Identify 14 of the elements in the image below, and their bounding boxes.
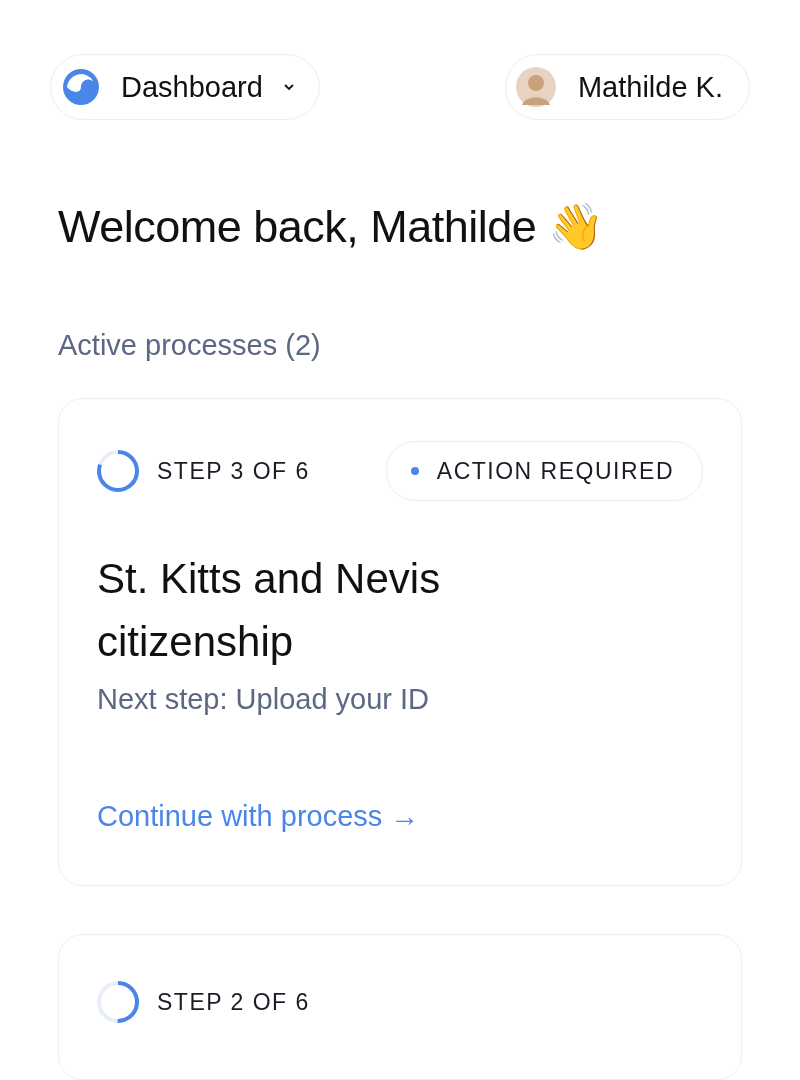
dashboard-menu-button[interactable]: Dashboard [50, 54, 320, 120]
step-label: STEP 3 OF 6 [157, 457, 310, 485]
status-label: ACTION REQUIRED [436, 457, 674, 485]
step-label: STEP 2 OF 6 [157, 988, 310, 1016]
avatar [515, 67, 556, 107]
section-title: Active processes (2) [58, 329, 322, 362]
process-title: St. Kitts and Nevis citizenship [97, 554, 442, 667]
user-menu-button[interactable]: Mathilde K. [504, 54, 750, 120]
next-step-text: Next step: Upload your ID [97, 683, 431, 716]
dot-icon [410, 467, 419, 475]
welcome-heading: Welcome back, Mathilde 👋 [58, 200, 605, 253]
continue-link[interactable]: Continue with process → [97, 800, 420, 833]
chevron-down-icon [282, 83, 295, 91]
logo-icon [61, 67, 101, 107]
